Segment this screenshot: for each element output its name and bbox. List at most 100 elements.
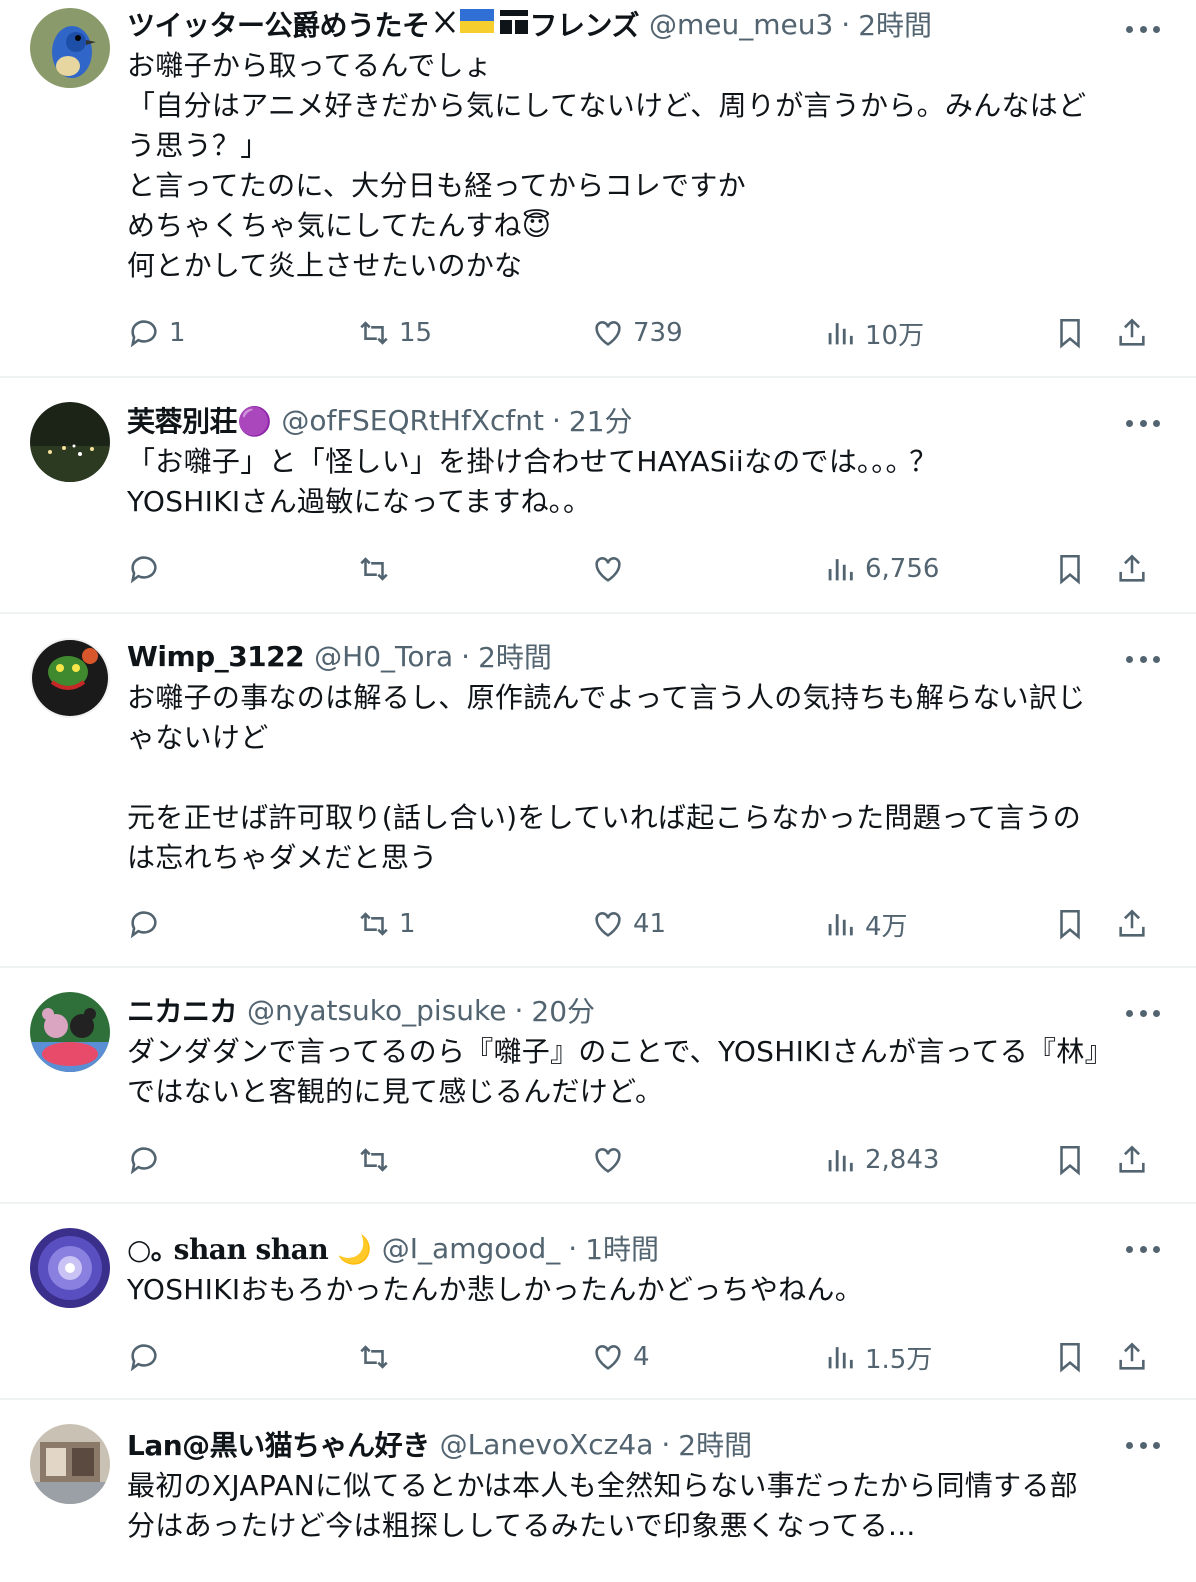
- bookmark-button[interactable]: [1053, 1140, 1087, 1180]
- share-button[interactable]: [1115, 1140, 1149, 1180]
- display-name[interactable]: ○｡ shan shan 🌙: [127, 1228, 372, 1268]
- views-button[interactable]: 2,843: [823, 1140, 939, 1180]
- like-count: 41: [633, 909, 667, 939]
- like-button[interactable]: [591, 549, 633, 589]
- reply-icon: [130, 556, 157, 584]
- tweet[interactable]: ツイッター公爵めうたそ フレンズ @meu_meu3 · 2時間 お囃子から取っ…: [0, 0, 1196, 378]
- display-name[interactable]: 芙蓉別荘🟣: [127, 400, 272, 440]
- display-name[interactable]: ツイッター公爵めうたそ: [127, 4, 430, 44]
- avatar[interactable]: [30, 402, 110, 482]
- reply-button[interactable]: [127, 904, 169, 944]
- reply-count: 1: [169, 318, 186, 348]
- timestamp[interactable]: 2時間: [858, 4, 932, 44]
- reply-icon: [130, 1344, 157, 1372]
- share-button[interactable]: [1115, 904, 1149, 944]
- views-count: 4万: [865, 911, 908, 942]
- like-button[interactable]: 739: [591, 313, 683, 353]
- retweet-button[interactable]: 15: [357, 313, 432, 353]
- views-icon: [828, 1150, 853, 1172]
- tweet-header: ○｡ shan shan 🌙 @I_amgood_ · 1時間: [127, 1228, 1150, 1268]
- reply-icon: [130, 911, 157, 939]
- views-icon: [828, 914, 853, 936]
- share-button[interactable]: [1115, 313, 1149, 353]
- timestamp[interactable]: 20分: [531, 990, 595, 1030]
- bookmark-button[interactable]: [1053, 549, 1087, 589]
- reply-button[interactable]: [127, 1337, 169, 1377]
- handle[interactable]: @meu_meu3: [649, 8, 833, 41]
- avatar[interactable]: [30, 1228, 110, 1308]
- tweet-text: お囃子の事なのは解るし、原作読んでよって言う人の気持ちも解らない訳じ ゃないけど…: [127, 681, 1086, 874]
- retweet-button[interactable]: [357, 1337, 399, 1377]
- retweet-icon: [360, 912, 388, 936]
- retweet-icon: [360, 557, 388, 581]
- like-button[interactable]: 41: [591, 904, 666, 944]
- more-icon[interactable]: [1126, 1008, 1160, 1018]
- avatar[interactable]: [30, 992, 110, 1072]
- bookmark-icon: [1060, 554, 1080, 585]
- handle[interactable]: @LanevoXcz4a: [440, 1428, 654, 1461]
- bookmark-icon: [1060, 1342, 1080, 1373]
- display-name[interactable]: ニカニカ: [127, 990, 238, 1030]
- like-icon: [595, 912, 621, 937]
- tweet-text: お囃子から取ってるんでしょ 「自分はアニメ好きだから気にしてないけど、周りが言う…: [127, 49, 1087, 282]
- retweet-icon: [360, 1345, 388, 1369]
- display-name-suffix[interactable]: フレンズ: [530, 4, 640, 44]
- display-name[interactable]: Lan@黒い猫ちゃん好き: [127, 1424, 430, 1464]
- share-icon: [1119, 554, 1145, 582]
- timestamp[interactable]: 21分: [569, 400, 633, 440]
- views-button[interactable]: 10万: [823, 313, 924, 353]
- retweet-button[interactable]: 1: [357, 904, 416, 944]
- handle[interactable]: @I_amgood_: [382, 1232, 561, 1265]
- tweet[interactable]: ○｡ shan shan 🌙 @I_amgood_ · 1時間 YOSHIKIお…: [0, 1204, 1196, 1400]
- more-icon[interactable]: [1126, 1244, 1160, 1254]
- reply-feed: ツイッター公爵めうたそ フレンズ @meu_meu3 · 2時間 お囃子から取っ…: [0, 0, 1196, 1582]
- avatar[interactable]: [30, 8, 110, 88]
- views-button[interactable]: 6,756: [823, 549, 939, 589]
- timestamp[interactable]: 2時間: [478, 636, 552, 676]
- bookmark-icon: [1060, 318, 1080, 349]
- action-bar: 1 15 739 10万: [127, 313, 1156, 353]
- more-icon[interactable]: [1126, 418, 1160, 428]
- retweet-button[interactable]: [357, 549, 399, 589]
- like-button[interactable]: 4: [591, 1337, 650, 1377]
- display-name[interactable]: Wimp_3122: [127, 640, 305, 673]
- share-button[interactable]: [1115, 1337, 1149, 1377]
- tweet[interactable]: ニカニカ @nyatsuko_pisuke · 20分 ダンダダンで言ってるのら…: [0, 968, 1196, 1204]
- bookmark-button[interactable]: [1053, 1337, 1087, 1377]
- separator: ·: [661, 1427, 671, 1461]
- like-button[interactable]: [591, 1140, 633, 1180]
- views-button[interactable]: 1.5万: [823, 1337, 932, 1377]
- share-button[interactable]: [1115, 549, 1149, 589]
- handle[interactable]: @ofFSEQRtHfXcfnt: [281, 404, 544, 437]
- timestamp[interactable]: 2時間: [678, 1424, 752, 1464]
- separator: ·: [461, 639, 471, 673]
- action-bar: 6,756: [127, 549, 1156, 589]
- handle[interactable]: @nyatsuko_pisuke: [247, 994, 506, 1027]
- handle[interactable]: @H0_Tora: [314, 640, 453, 673]
- reply-button[interactable]: 1: [127, 313, 186, 353]
- tweet-text: 「お囃子」と「怪しい」を掛け合わせてHAYASiiなのでは｡｡｡ ？ YOSHI…: [127, 445, 938, 518]
- views-count: 1.5万: [865, 1344, 933, 1375]
- retweet-button[interactable]: [357, 1140, 399, 1180]
- reply-button[interactable]: [127, 1140, 169, 1180]
- more-icon[interactable]: [1126, 654, 1160, 664]
- more-icon[interactable]: [1126, 24, 1160, 34]
- reply-button[interactable]: [127, 549, 169, 589]
- tweet-text: 最初のXJAPANに似てるとかは本人も全然知らない事だったから同情する部 分はあ…: [127, 1469, 1078, 1542]
- more-icon[interactable]: [1126, 1440, 1160, 1450]
- bookmark-button[interactable]: [1053, 904, 1087, 944]
- retweet-count: 1: [399, 909, 416, 939]
- retweet-icon: [360, 321, 388, 345]
- views-icon: [828, 559, 853, 581]
- tweet[interactable]: 芙蓉別荘🟣 @ofFSEQRtHfXcfnt · 21分 「お囃子」と「怪しい」…: [0, 378, 1196, 614]
- action-bar: 4 1.5万: [127, 1337, 1156, 1377]
- tweet[interactable]: Wimp_3122 @H0_Tora · 2時間 お囃子の事なのは解るし、原作読…: [0, 614, 1196, 968]
- avatar[interactable]: [30, 1424, 110, 1504]
- bookmark-button[interactable]: [1053, 313, 1087, 353]
- avatar[interactable]: [30, 638, 110, 718]
- like-icon: [595, 557, 621, 582]
- tweet[interactable]: Lan@黒い猫ちゃん好き @LanevoXcz4a · 2時間 最初のXJAPA…: [0, 1400, 1196, 1582]
- views-count: 6,756: [865, 554, 940, 584]
- timestamp[interactable]: 1時間: [585, 1228, 659, 1268]
- views-button[interactable]: 4万: [823, 904, 908, 944]
